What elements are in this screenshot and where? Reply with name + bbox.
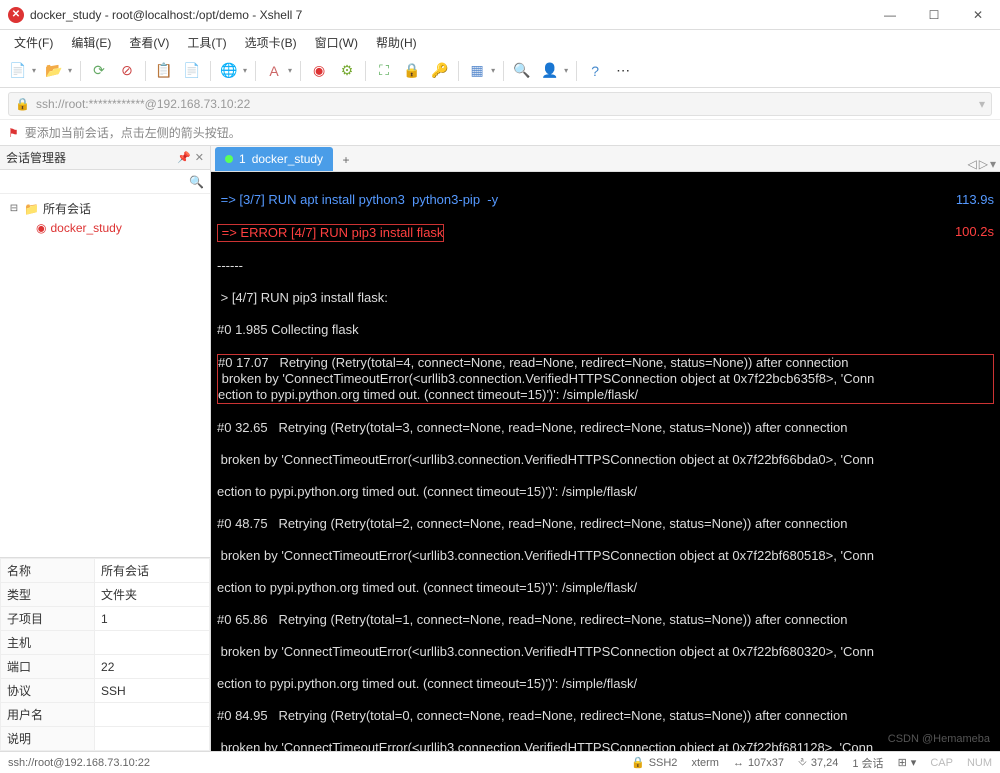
close-button[interactable]: ✕ bbox=[964, 5, 992, 25]
connection-status-icon bbox=[225, 155, 233, 163]
table-row: 说明 bbox=[1, 727, 210, 751]
status-ssh: SSH2 bbox=[649, 757, 678, 769]
menubar: 文件(F) 编辑(E) 查看(V) 工具(T) 选项卡(B) 窗口(W) 帮助(… bbox=[0, 30, 1000, 54]
status-pos: 37,24 bbox=[811, 757, 839, 769]
hint-text: 要添加当前会话，点击左侧的箭头按钮。 bbox=[25, 124, 241, 141]
new-session-icon[interactable]: 📄 bbox=[6, 59, 30, 83]
disconnect-icon[interactable]: ⊘ bbox=[115, 59, 139, 83]
tree-session-label: docker_study bbox=[50, 221, 121, 235]
reconnect-icon[interactable]: ⟳ bbox=[87, 59, 111, 83]
profile-icon[interactable]: 👤 bbox=[538, 59, 562, 83]
watermark: CSDN @Hemameba bbox=[888, 731, 990, 747]
window-title: docker_study - root@localhost:/opt/demo … bbox=[30, 8, 302, 22]
content-area: 1 docker_study + ◁ ▷ ▾ => [3/7] RUN apt … bbox=[211, 146, 1000, 751]
status-num: NUM bbox=[967, 757, 992, 769]
size-icon: ↔ bbox=[733, 757, 744, 769]
ssh-lock-icon: 🔒 bbox=[631, 756, 645, 769]
app-icon: ✕ bbox=[8, 7, 24, 23]
layout-icon[interactable]: ▦ bbox=[465, 59, 489, 83]
menu-help[interactable]: 帮助(H) bbox=[368, 32, 425, 53]
hintbar: ⚑ 要添加当前会话，点击左侧的箭头按钮。 bbox=[0, 120, 1000, 146]
tree-session[interactable]: ◉ docker_study bbox=[32, 219, 206, 237]
session-icon: ◉ bbox=[36, 221, 46, 235]
properties-panel: 名称所有会话 类型文件夹 子项目1 主机 端口22 协议SSH 用户名 说明 bbox=[0, 557, 210, 751]
tree-root-label: 所有会话 bbox=[43, 200, 91, 217]
status-cap: CAP bbox=[930, 757, 953, 769]
tab-index: 1 bbox=[239, 152, 246, 166]
sidebar-header: 会话管理器 📌 ✕ bbox=[0, 146, 210, 170]
address-text: ssh://root:************@192.168.73.10:22 bbox=[36, 97, 250, 111]
lock-icon[interactable]: 🔒 bbox=[400, 59, 424, 83]
table-row: 端口22 bbox=[1, 655, 210, 679]
status-term: xterm bbox=[691, 757, 719, 769]
addressbar[interactable]: 🔒 ssh://root:************@192.168.73.10:… bbox=[8, 92, 992, 116]
tab-next-icon[interactable]: ▷ bbox=[979, 157, 988, 171]
table-row: 主机 bbox=[1, 631, 210, 655]
menu-tabs[interactable]: 选项卡(B) bbox=[237, 32, 305, 53]
fullscreen-icon[interactable]: ⛶ bbox=[372, 59, 396, 83]
tab-add-button[interactable]: + bbox=[335, 149, 357, 171]
tools-icon[interactable]: ⚙ bbox=[335, 59, 359, 83]
target-icon[interactable]: ◉ bbox=[307, 59, 331, 83]
session-tree: ⊟ 📁 所有会话 ◉ docker_study bbox=[0, 194, 210, 557]
toolbar: 📄▾ 📂▾ ⟳ ⊘ 📋 📄 🌐▾ A▾ ◉ ⚙ ⛶ 🔒 🔑 ▦▾ 🔍 👤▾ ? … bbox=[0, 54, 1000, 88]
font-icon[interactable]: A bbox=[262, 59, 286, 83]
tab-prev-icon[interactable]: ◁ bbox=[968, 157, 977, 171]
sidebar-close-icon[interactable]: ✕ bbox=[195, 151, 204, 164]
tabs: 1 docker_study + ◁ ▷ ▾ bbox=[211, 146, 1000, 172]
properties-table: 名称所有会话 类型文件夹 子项目1 主机 端口22 协议SSH 用户名 说明 bbox=[0, 558, 210, 751]
paste-icon[interactable]: 📄 bbox=[180, 59, 204, 83]
terminal[interactable]: => [3/7] RUN apt install python3 python3… bbox=[211, 172, 1000, 751]
table-row: 协议SSH bbox=[1, 679, 210, 703]
settings-icon[interactable]: ⋯ bbox=[611, 59, 635, 83]
table-row: 名称所有会话 bbox=[1, 559, 210, 583]
sidebar: 会话管理器 📌 ✕ 🔍 ⊟ 📁 所有会话 ◉ docker_study 名称所有… bbox=[0, 146, 211, 751]
search-small-icon: 🔍 bbox=[189, 175, 204, 189]
menu-tools[interactable]: 工具(T) bbox=[179, 32, 234, 53]
status-size: 107x37 bbox=[748, 757, 784, 769]
menu-edit[interactable]: 编辑(E) bbox=[63, 32, 119, 53]
help-icon[interactable]: ? bbox=[583, 59, 607, 83]
open-icon[interactable]: 📂 bbox=[42, 59, 66, 83]
sidebar-search[interactable]: 🔍 bbox=[0, 170, 210, 194]
tree-root[interactable]: ⊟ 📁 所有会话 bbox=[4, 198, 206, 219]
lock-small-icon: 🔒 bbox=[15, 97, 30, 111]
cursor-icon: ⎀ bbox=[798, 756, 807, 769]
table-row: 类型文件夹 bbox=[1, 583, 210, 607]
maximize-button[interactable]: ☐ bbox=[920, 5, 948, 25]
sidebar-title: 会话管理器 bbox=[6, 149, 66, 166]
status-connection: ssh://root@192.168.73.10:22 bbox=[8, 757, 150, 769]
titlebar: ✕ docker_study - root@localhost:/opt/dem… bbox=[0, 0, 1000, 30]
addressbar-row: 🔒 ssh://root:************@192.168.73.10:… bbox=[0, 88, 1000, 120]
globe-icon[interactable]: 🌐 bbox=[217, 59, 241, 83]
folder-icon: 📁 bbox=[24, 202, 39, 216]
table-row: 子项目1 bbox=[1, 607, 210, 631]
tree-collapse-icon[interactable]: ⊟ bbox=[8, 203, 20, 214]
minimize-button[interactable]: — bbox=[876, 5, 904, 25]
tab-active[interactable]: 1 docker_study bbox=[215, 147, 333, 171]
menu-window[interactable]: 窗口(W) bbox=[307, 32, 366, 53]
layout-small-icon[interactable]: ⊞ bbox=[898, 756, 907, 769]
flag-icon: ⚑ bbox=[8, 126, 19, 140]
menu-file[interactable]: 文件(F) bbox=[6, 32, 61, 53]
search-icon[interactable]: 🔍 bbox=[510, 59, 534, 83]
copy-icon[interactable]: 📋 bbox=[152, 59, 176, 83]
menu-view[interactable]: 查看(V) bbox=[121, 32, 177, 53]
statusbar: ssh://root@192.168.73.10:22 🔒SSH2 xterm … bbox=[0, 751, 1000, 773]
tab-list-icon[interactable]: ▾ bbox=[990, 157, 996, 171]
key-icon[interactable]: 🔑 bbox=[428, 59, 452, 83]
table-row: 用户名 bbox=[1, 703, 210, 727]
tab-label: docker_study bbox=[252, 152, 323, 166]
address-dropdown-icon[interactable]: ▾ bbox=[979, 97, 985, 111]
pin-icon[interactable]: 📌 bbox=[177, 151, 191, 164]
status-sessions: 1 会话 bbox=[852, 755, 883, 771]
